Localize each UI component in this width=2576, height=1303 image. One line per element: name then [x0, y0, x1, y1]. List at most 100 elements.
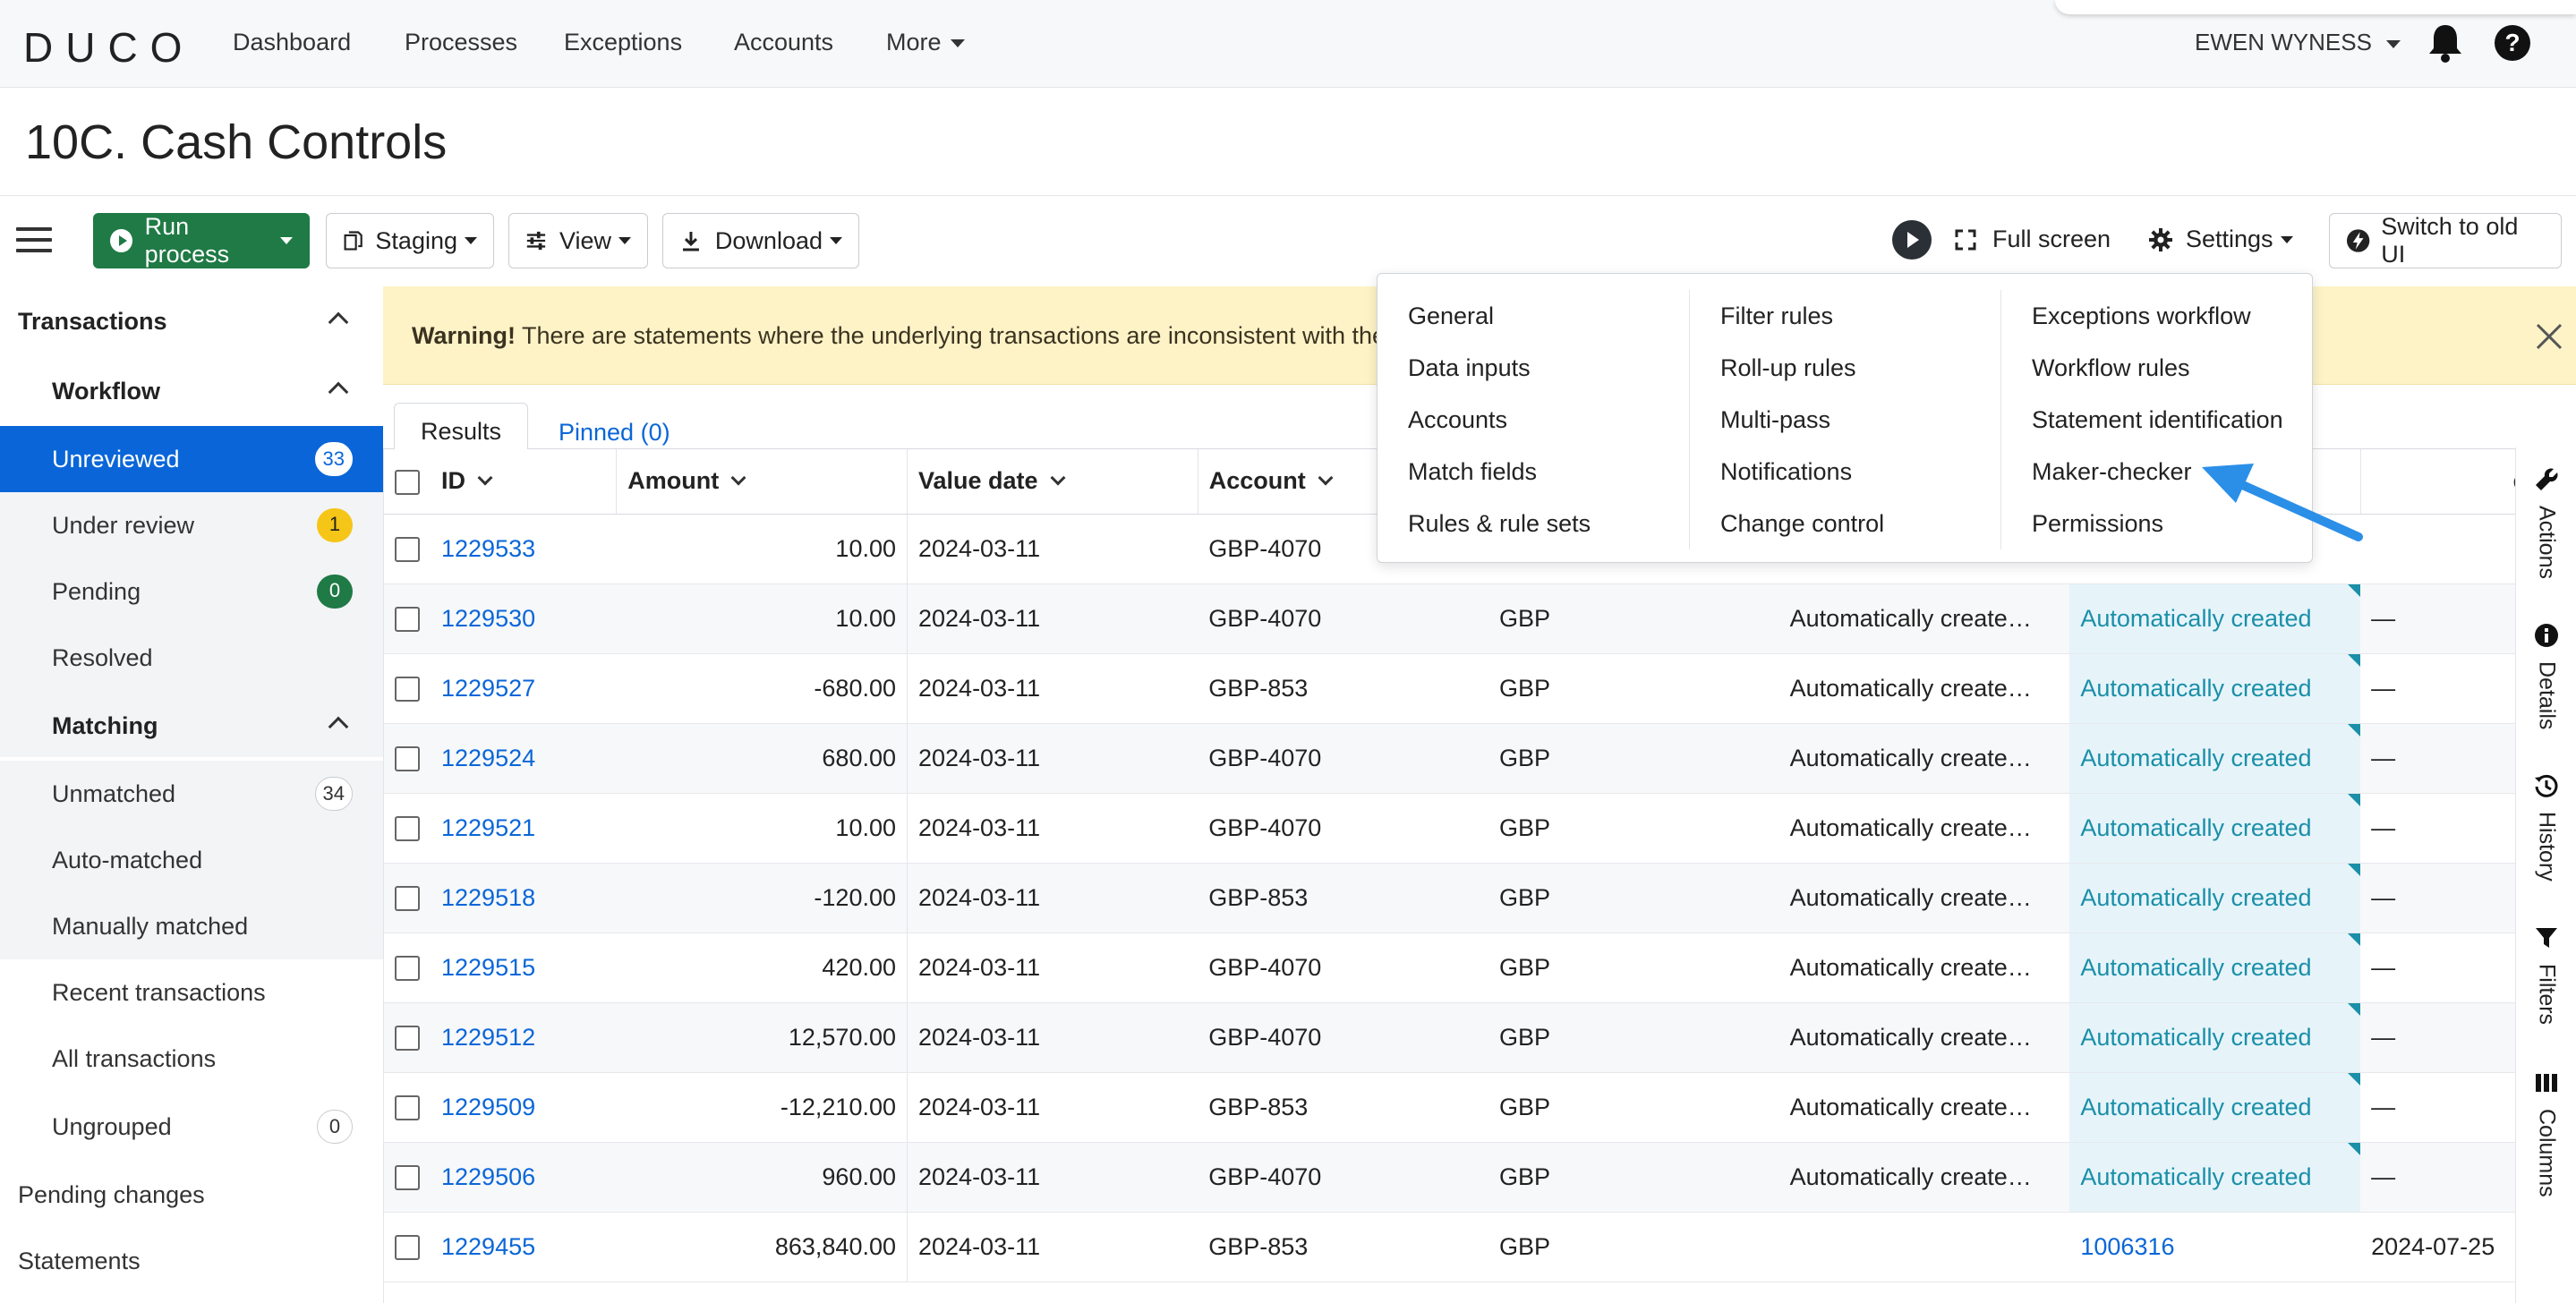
transaction-id-link[interactable]: 1229527	[441, 675, 535, 702]
staging-button[interactable]: Staging	[326, 213, 494, 268]
table-row[interactable]: 1229512 12,570.00 2024-03-11 GBP-4070 GBP Aut…	[384, 1002, 2515, 1073]
table-row[interactable]: 1229515 420.00 2024-03-11 GBP-4070 GBP Automa…	[384, 933, 2515, 1003]
transaction-id-link[interactable]: 1229521	[441, 814, 535, 841]
transaction-id-link[interactable]: 1229455	[441, 1233, 535, 1260]
cell-match[interactable]: Automatically created	[2069, 793, 2361, 864]
cell-match[interactable]: Automatically created	[2069, 1072, 2361, 1143]
menu-item-workflow-rules[interactable]: Workflow rules	[2001, 342, 2305, 394]
cell-match[interactable]: 1006316	[2069, 1212, 2361, 1282]
nav-dashboard[interactable]: Dashboard	[233, 29, 351, 56]
switch-to-old-ui-button[interactable]: Switch to old UI	[2329, 213, 2562, 268]
transaction-id-link[interactable]: 1229530	[441, 605, 535, 632]
column-id[interactable]: ID	[384, 449, 618, 515]
sidebar-item-all-transactions[interactable]: All transactions	[0, 1026, 383, 1092]
menu-item-statement-identification[interactable]: Statement identification	[2001, 394, 2305, 446]
table-row[interactable]: 1229521 10.00 2024-03-11 GBP-4070 GBP Automat…	[384, 793, 2515, 864]
run-process-button[interactable]: Run process	[93, 213, 310, 268]
nav-accounts[interactable]: Accounts	[734, 29, 833, 56]
sidebar-item-auto-matched[interactable]: Auto-matched	[0, 827, 383, 893]
menu-item-filter-rules[interactable]: Filter rules	[1690, 290, 1993, 342]
column-value-date[interactable]: Value date	[907, 449, 1198, 515]
table-row[interactable]: 1229509 -12,210.00 2024-03-11 GBP-853 GBP Aut…	[384, 1072, 2515, 1143]
menu-item-notifications[interactable]: Notifications	[1690, 446, 1993, 498]
row-checkbox[interactable]	[395, 607, 420, 633]
row-checkbox[interactable]	[395, 746, 420, 772]
settings-button[interactable]: Settings	[2148, 226, 2293, 253]
cell-match[interactable]: Automatically created	[2069, 1142, 2361, 1213]
rail-actions[interactable]: Actions	[2516, 467, 2576, 579]
chevron-up-icon[interactable]	[328, 381, 349, 403]
tab-pinned[interactable]: Pinned (0)	[559, 419, 670, 447]
transaction-id-link[interactable]: 1229512	[441, 1024, 535, 1051]
hamburger-menu-icon[interactable]	[16, 227, 52, 254]
sidebar-workflow-header[interactable]: Workflow	[52, 378, 160, 405]
transaction-id-link[interactable]: 1229518	[441, 884, 535, 911]
menu-item-change-control[interactable]: Change control	[1690, 498, 1993, 549]
transaction-id-link[interactable]: 1229524	[441, 745, 535, 771]
sidebar-item-unmatched[interactable]: Unmatched 34	[0, 761, 383, 827]
menu-item-rules-rule-sets[interactable]: Rules & rule sets	[1378, 498, 1682, 549]
chevron-up-icon[interactable]	[328, 311, 349, 333]
rail-history[interactable]: History	[2516, 773, 2576, 881]
transaction-id-link[interactable]: 1229506	[441, 1163, 535, 1190]
sidebar-matching-header[interactable]: Matching	[52, 712, 158, 740]
row-checkbox[interactable]	[395, 1165, 420, 1191]
sidebar-item-manually-matched[interactable]: Manually matched	[0, 893, 383, 959]
sidebar-item-under-review[interactable]: Under review 1	[0, 492, 383, 558]
full-screen-button[interactable]: Full screen	[1955, 226, 2111, 253]
help-icon[interactable]: ?	[2495, 25, 2530, 61]
cell-match[interactable]: Automatically created	[2069, 723, 2361, 794]
table-row[interactable]: 1229527 -680.00 2024-03-11 GBP-853 GBP Automa…	[384, 653, 2515, 724]
sidebar-item-recent-transactions[interactable]: Recent transactions	[0, 959, 383, 1026]
row-checkbox[interactable]	[395, 1095, 420, 1121]
rail-details[interactable]: Details	[2516, 623, 2576, 729]
cell-match[interactable]: Automatically created	[2069, 933, 2361, 1003]
view-button[interactable]: View	[508, 213, 648, 268]
rail-columns[interactable]: Columns	[2516, 1070, 2576, 1197]
column-amount[interactable]: Amount	[616, 449, 908, 515]
row-checkbox[interactable]	[395, 1026, 420, 1052]
row-checkbox[interactable]	[395, 537, 420, 563]
close-icon[interactable]	[2535, 322, 2563, 351]
menu-item-exceptions-workflow[interactable]: Exceptions workflow	[2001, 290, 2305, 342]
cell-match[interactable]: Automatically created	[2069, 653, 2361, 724]
transaction-id-link[interactable]: 1229515	[441, 954, 535, 981]
sidebar-item-unreviewed[interactable]: Unreviewed 33	[0, 426, 383, 492]
row-checkbox[interactable]	[395, 677, 420, 703]
sidebar-item-pending-changes[interactable]: Pending changes	[0, 1162, 383, 1228]
column-8[interactable]: e	[2360, 449, 2515, 515]
nav-more[interactable]: More	[886, 29, 965, 56]
table-row[interactable]: 1229518 -120.00 2024-03-11 GBP-853 GBP Automa…	[384, 863, 2515, 933]
cell-match[interactable]: Automatically created	[2069, 583, 2361, 654]
row-checkbox[interactable]	[395, 886, 420, 912]
cell-match[interactable]: Automatically created	[2069, 1002, 2361, 1073]
menu-item-roll-up-rules[interactable]: Roll-up rules	[1690, 342, 1993, 394]
duco-logo[interactable]: DUCO	[23, 23, 194, 72]
table-row[interactable]: 1229530 10.00 2024-03-11 GBP-4070 GBP Automat…	[384, 583, 2515, 654]
nav-processes[interactable]: Processes	[405, 29, 517, 56]
sidebar-transactions-header[interactable]: Transactions	[18, 308, 167, 336]
row-checkbox[interactable]	[395, 816, 420, 842]
menu-item-general[interactable]: General	[1378, 290, 1682, 342]
menu-item-data-inputs[interactable]: Data inputs	[1378, 342, 1682, 394]
sidebar-item-resolved[interactable]: Resolved	[0, 625, 383, 691]
sidebar-item-pending[interactable]: Pending 0	[0, 558, 383, 625]
rail-filters[interactable]: Filters	[2516, 925, 2576, 1025]
notification-bell-icon[interactable]	[2426, 21, 2465, 64]
transaction-id-link[interactable]: 1229533	[441, 535, 535, 562]
menu-item-multi-pass[interactable]: Multi-pass	[1690, 394, 1993, 446]
sidebar-item-ungrouped[interactable]: Ungrouped 0	[0, 1094, 383, 1160]
transaction-id-link[interactable]: 1229509	[441, 1094, 535, 1120]
select-all-checkbox[interactable]	[395, 470, 420, 496]
row-checkbox[interactable]	[395, 1235, 420, 1261]
table-row[interactable]: 1229506 960.00 2024-03-11 GBP-4070 GBP Automa…	[384, 1142, 2515, 1213]
sidebar-item-statements[interactable]: Statements	[0, 1228, 383, 1294]
row-checkbox[interactable]	[395, 956, 420, 982]
play-circle-icon[interactable]	[1892, 220, 1932, 260]
table-row[interactable]: 1229455 863,840.00 2024-03-11 GBP-853 GBP 100…	[384, 1212, 2515, 1282]
user-menu[interactable]: EWEN WYNESS	[2195, 29, 2401, 56]
cell-match[interactable]: Automatically created	[2069, 863, 2361, 933]
download-button[interactable]: Download	[662, 213, 859, 268]
menu-item-match-fields[interactable]: Match fields	[1378, 446, 1682, 498]
menu-item-accounts[interactable]: Accounts	[1378, 394, 1682, 446]
